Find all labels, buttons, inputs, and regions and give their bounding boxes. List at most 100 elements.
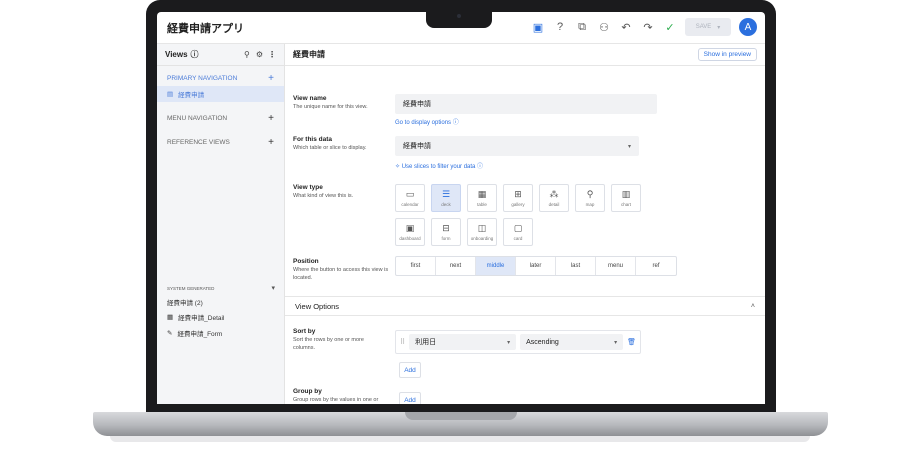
- sort-by-sub: Sort the rows by one or more columns.: [293, 337, 364, 351]
- main-panel: 経費申請 Show in preview View name The uniqu…: [285, 44, 765, 404]
- view-name-input[interactable]: 経費申請: [395, 94, 657, 114]
- position-next[interactable]: next: [436, 257, 476, 275]
- laptop-base: [93, 412, 828, 436]
- view-type-table[interactable]: ▦ table: [467, 184, 497, 212]
- help-icon[interactable]: ?: [553, 20, 567, 34]
- sidebar-item-label: 経費申請: [178, 92, 205, 99]
- add-menu-view-icon[interactable]: +: [268, 113, 274, 124]
- view-options-section[interactable]: View Options ˄: [285, 296, 765, 316]
- save-button[interactable]: SAVE ▾: [685, 18, 731, 36]
- group-by-sub: Group rows by the values in one or: [293, 397, 379, 403]
- primary-navigation-section[interactable]: PRIMARY NAVIGATION +: [157, 70, 284, 86]
- redo-icon[interactable]: ↷: [641, 20, 655, 34]
- check-icon[interactable]: ✓: [663, 20, 677, 34]
- data-source-value: 経費申請: [403, 143, 431, 150]
- reference-views-section[interactable]: REFERENCE VIEWS +: [157, 134, 284, 150]
- preview-device-icon[interactable]: ▣: [531, 20, 545, 34]
- position-menu[interactable]: menu: [596, 257, 636, 275]
- for-data-label-group: For this data Which table or slice to di…: [293, 136, 367, 152]
- view-type-calendar[interactable]: ▭ calendar: [395, 184, 425, 212]
- chevron-down-icon: ▾: [627, 143, 631, 150]
- copy-icon[interactable]: ⧉: [575, 20, 589, 34]
- view-type-label: dashboard: [399, 235, 421, 241]
- sort-order-value: Ascending: [526, 338, 559, 346]
- add-user-icon[interactable]: ⚇: [597, 20, 611, 34]
- position-first[interactable]: first: [396, 257, 436, 275]
- view-type-label: chart: [620, 201, 631, 207]
- sidebar-item-detail[interactable]: ▦ 経費申請_Detail: [157, 310, 234, 324]
- sort-rule-row: ⠿ 利用日 ▾ Ascending ▾ 🗑: [395, 330, 641, 354]
- sort-column-value: 利用日: [415, 339, 437, 346]
- form-icon: ⊟: [442, 222, 450, 233]
- chevron-down-icon[interactable]: ▾: [271, 284, 275, 292]
- display-options-link[interactable]: Go to display options ⓘ: [395, 117, 459, 126]
- view-type-chart[interactable]: ▥ chart: [611, 184, 641, 212]
- settings-icon[interactable]: ⚙: [256, 50, 263, 59]
- position-sub: Where the button to access this view is …: [293, 267, 389, 281]
- view-type-gallery[interactable]: ⊞ gallery: [503, 184, 533, 212]
- laptop-shadow: [110, 436, 810, 442]
- table-icon: ▦: [477, 188, 487, 199]
- add-primary-view-icon[interactable]: +: [268, 73, 274, 84]
- position-later[interactable]: later: [516, 257, 556, 275]
- view-type-label: detail: [548, 201, 560, 207]
- avatar[interactable]: A: [739, 18, 757, 36]
- deck-icon: ☰: [441, 188, 451, 199]
- view-type-deck[interactable]: ☰ deck: [431, 184, 461, 212]
- top-toolbar: ▣ ? ⧉ ⚇ ↶ ↷ ✓ SAVE ▾ A: [531, 18, 757, 36]
- view-type-map[interactable]: ⚲ map: [575, 184, 605, 212]
- search-icon[interactable]: ⚲: [244, 50, 250, 59]
- card-icon: ▢: [513, 222, 523, 233]
- drag-handle-icon[interactable]: ⠿: [400, 338, 405, 346]
- data-source-select[interactable]: 経費申請 ▾: [395, 136, 639, 156]
- primary-navigation-label: PRIMARY NAVIGATION: [167, 74, 238, 82]
- add-reference-view-icon[interactable]: +: [268, 137, 274, 148]
- add-sort-button[interactable]: Add: [399, 362, 421, 378]
- for-data-sub: Which table or slice to display.: [293, 145, 367, 151]
- view-type-label: table: [477, 201, 487, 207]
- detail-icon: ⁂: [549, 188, 559, 199]
- view-name-title: View name: [293, 95, 327, 102]
- sort-order-select[interactable]: Ascending ▾: [520, 334, 624, 350]
- chevron-up-icon[interactable]: ˄: [751, 303, 755, 310]
- more-icon[interactable]: ⋮: [268, 50, 276, 59]
- delete-icon[interactable]: 🗑: [627, 338, 636, 346]
- sidebar-item-form[interactable]: ✎ 経費申請_Form: [157, 326, 232, 340]
- map-pin-icon: ⚲: [586, 188, 594, 199]
- sort-by-title: Sort by: [293, 328, 316, 335]
- dashboard-icon: ▣: [405, 222, 415, 233]
- position-middle[interactable]: middle: [476, 257, 516, 275]
- view-type-onboarding[interactable]: ◫ onboarding: [467, 218, 497, 246]
- view-type-sub: What kind of view this is.: [293, 193, 354, 199]
- info-icon[interactable]: ⓘ: [191, 49, 199, 60]
- use-slices-link[interactable]: ✧ Use slices to filter your data ⓘ: [395, 161, 483, 170]
- sort-column-select[interactable]: 利用日 ▾: [409, 334, 517, 350]
- sidebar-item-keihi[interactable]: ▤ 経費申請: [157, 86, 284, 102]
- view-name-sub: The unique name for this view.: [293, 104, 368, 110]
- view-type-label: gallery: [511, 201, 525, 207]
- position-ref[interactable]: ref: [636, 257, 676, 275]
- view-type-dashboard[interactable]: ▣ dashboard: [395, 218, 425, 246]
- system-generated-section[interactable]: SYSTEM GENERATED ▾: [157, 282, 285, 294]
- position-last[interactable]: last: [556, 257, 596, 275]
- view-type-detail[interactable]: ⁂ detail: [539, 184, 569, 212]
- menu-navigation-section[interactable]: MENU NAVIGATION +: [157, 110, 284, 126]
- show-in-preview-button[interactable]: Show in preview: [697, 48, 757, 61]
- position-title: Position: [293, 258, 319, 265]
- view-type-card[interactable]: ▢ card: [503, 218, 533, 246]
- system-group-label: 経費申請 (2): [157, 296, 213, 308]
- page-title: 経費申請: [293, 50, 325, 59]
- view-type-title: View type: [293, 184, 323, 191]
- detail-view-icon: ▦: [167, 314, 174, 321]
- chart-icon: ▥: [621, 188, 631, 199]
- laptop-base-notch: [405, 412, 517, 420]
- chevron-down-icon: ▾: [717, 24, 721, 31]
- view-name-label-group: View name The unique name for this view.: [293, 95, 368, 111]
- add-group-button[interactable]: Add: [399, 392, 421, 404]
- undo-icon[interactable]: ↶: [619, 20, 633, 34]
- view-type-form[interactable]: ⊟ form: [431, 218, 461, 246]
- view-options-label: View Options: [295, 301, 340, 311]
- view-type-label: form: [441, 235, 451, 241]
- camera-notch: [426, 8, 492, 28]
- views-label: Views: [165, 50, 188, 59]
